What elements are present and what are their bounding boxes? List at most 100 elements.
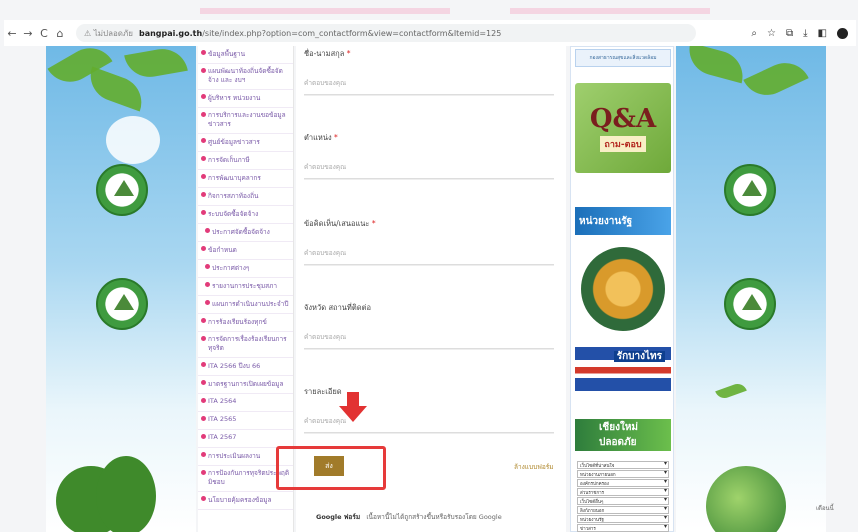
link-dropdown[interactable]: หน่วยงานรัฐ [577,515,669,523]
pin-icon [201,174,206,179]
reload-button[interactable]: C [36,27,52,40]
menu-item-label: นโยบายคุ้มครองข้อมูล [208,496,272,504]
pin-icon [205,228,210,233]
menu-item[interactable]: ข้อกำหนด [198,242,293,260]
smudge-artifact-right [510,8,710,14]
address-input[interactable]: คำตอบของคุณ [304,332,554,349]
menu-item-label: ITA 2565 [208,415,237,423]
name-input[interactable]: คำตอบของคุณ [304,78,554,95]
pin-icon [201,416,206,421]
field-label: ตำแหน่ง * [304,133,338,142]
menu-item[interactable]: การบริการและงานขอข้อมูลข่าวสาร [198,108,293,134]
pin-icon [201,112,206,117]
menu-item-label: การประเมินผลงาน [208,452,261,460]
green-banner[interactable]: เชียงใหม่ปลอดภัย [575,419,671,451]
menu-item[interactable]: การจัดการเรื่องร้องเรียนการทุจริต [198,332,293,358]
cloud-decoration [106,116,160,164]
pin-icon [205,282,210,287]
menu-item[interactable]: ITA 2565 [198,412,293,430]
pin-icon [201,398,206,403]
position-input[interactable]: คำตอบของคุณ [304,162,554,179]
left-decoration [46,46,196,532]
link-selects: เว็บไซต์ที่น่าสนใจหน่วยงานภายนอกองค์กรปก… [577,461,669,532]
link-dropdown[interactable]: เว็บไซต์อื่นๆ [577,497,669,505]
link-dropdown[interactable]: เว็บไซต์ที่น่าสนใจ [577,461,669,469]
menu-item[interactable]: แผนการดำเนินงานประจำปี [198,296,293,314]
google-forms-brand[interactable]: Google ฟอร์ม [316,513,360,521]
forward-button[interactable]: → [20,27,36,40]
address-bar[interactable]: ⚠ ไม่ปลอดภัย bangpai.go.th /site/index.p… [76,24,696,42]
pin-icon [201,434,206,439]
menu-item-label: แผนการดำเนินงานประจำปี [212,300,289,308]
menu-item[interactable]: กิจการสภาท้องถิ่น [198,188,293,206]
security-warning[interactable]: ⚠ ไม่ปลอดภัย [84,27,133,40]
menu-item-label: การบริการและงานขอข้อมูลข่าวสาร [208,111,286,128]
form-field: ชื่อ-นามสกุล * คำตอบของคุณ [304,48,554,96]
department-banner[interactable]: กองสาธารณสุขและสิ่งแวดล้อม [575,49,671,67]
url-host: bangpai.go.th [138,28,203,38]
link-dropdown[interactable]: ส่วนราชการ [577,488,669,496]
menu-item[interactable]: การพัฒนาบุคลากร [198,170,293,188]
banner-column: กองสาธารณสุขและสิ่งแวดล้อม Q&A ถาม-ตอบ ห… [570,46,674,532]
menu-item[interactable]: ระบบจัดซื้อจัดจ้าง [198,206,293,224]
pin-icon [201,362,206,367]
menu-item-label: ข้อกำหนด [208,246,237,254]
red-arrow-indicator [339,392,367,424]
menu-item[interactable]: แผนพัฒนาท้องถิ่นจัดซื้อจัดจ้าง และ งบฯ [198,64,293,90]
menu-item[interactable]: ประกาศจัดซื้อจัดจ้าง [198,224,293,242]
link-dropdown[interactable]: องค์กรปกครอง [577,479,669,487]
leaf-decoration [715,381,747,401]
right-decoration [676,46,826,532]
globe-decoration [706,466,786,532]
home-button[interactable]: ⌂ [52,27,68,40]
pin-icon [201,210,206,215]
menu-item[interactable]: ประกาศต่างๆ [198,260,293,278]
submit-button[interactable]: ส่ง [314,456,344,476]
menu-item[interactable]: ITA 2566 ปีงบ 66 [198,358,293,376]
menu-item[interactable]: ข้อมูลพื้นฐาน [198,46,293,64]
extensions-icon[interactable]: ⧉ [786,28,793,39]
star-icon[interactable]: ☆ [767,28,776,39]
download-icon[interactable]: ⤓ [803,28,807,39]
menu-item[interactable]: ITA 2564 [198,394,293,412]
thai-banner-text: รักบางไทร [613,351,665,362]
form-footer: Google ฟอร์ม เนื้อหานี้ไม่ได้ถูกสร้างขึ้… [316,512,502,522]
pin-icon [201,380,206,385]
pin-icon [201,138,206,143]
emblem-logo [96,164,148,216]
link-dropdown[interactable]: ข่าวสาร [577,524,669,532]
leaf-decoration [743,54,809,104]
pin-icon [201,68,206,73]
link-dropdown[interactable]: ลิงก์ภายนอก [577,506,669,514]
menu-item-label: ข้อมูลพื้นฐาน [208,50,246,58]
agency-banner[interactable]: หน่วยงานรัฐ [575,207,671,235]
menu-item-label: รายงานการประชุมสภา [212,282,277,290]
thai-banner[interactable]: รักบางไทร [575,347,671,391]
menu-item[interactable]: ศูนย์ข้อมูลข่าวสาร [198,134,293,152]
leaf-decoration [683,46,749,84]
search-icon[interactable]: ⌕ [751,28,757,39]
form-field: ข้อคิดเห็น/เสนอแนะ * คำตอบของคุณ [304,218,554,266]
menu-item[interactable]: การจัดเก็บภาษี [198,152,293,170]
qa-subtitle: ถาม-ตอบ [600,136,646,152]
comment-input[interactable]: คำตอบของคุณ [304,248,554,265]
menu-item-label: การพัฒนาบุคลากร [208,174,261,182]
menu-item[interactable]: การร้องเรียนร้องทุกข์ [198,314,293,332]
pin-icon [201,336,206,341]
link-dropdown[interactable]: หน่วยงานภายนอก [577,470,669,478]
pin-icon [201,156,206,161]
clear-form-link[interactable]: ล้างแบบฟอร์ม [514,462,554,472]
menu-item[interactable]: นโยบายคุ้มครองข้อมูล [198,492,293,510]
profile-icon[interactable] [837,27,848,39]
menu-item[interactable]: มาตรฐานการเปิดเผยข้อมูล [198,376,293,394]
emblem-logo [96,278,148,330]
qa-banner[interactable]: Q&A ถาม-ตอบ [575,83,671,173]
official-seal-image[interactable] [581,247,665,331]
sidebar-icon[interactable]: ◧ [818,28,827,39]
pin-icon [205,300,210,305]
menu-item[interactable]: รายงานการประชุมสภา [198,278,293,296]
toolbar-actions: ⌕ ☆ ⧉ ⤓ ◧ [751,27,856,39]
back-button[interactable]: ← [4,27,20,40]
menu-item[interactable]: ผู้บริหาร หน่วยงาน [198,90,293,108]
menu-item-label: มาตรฐานการเปิดเผยข้อมูล [208,380,284,388]
